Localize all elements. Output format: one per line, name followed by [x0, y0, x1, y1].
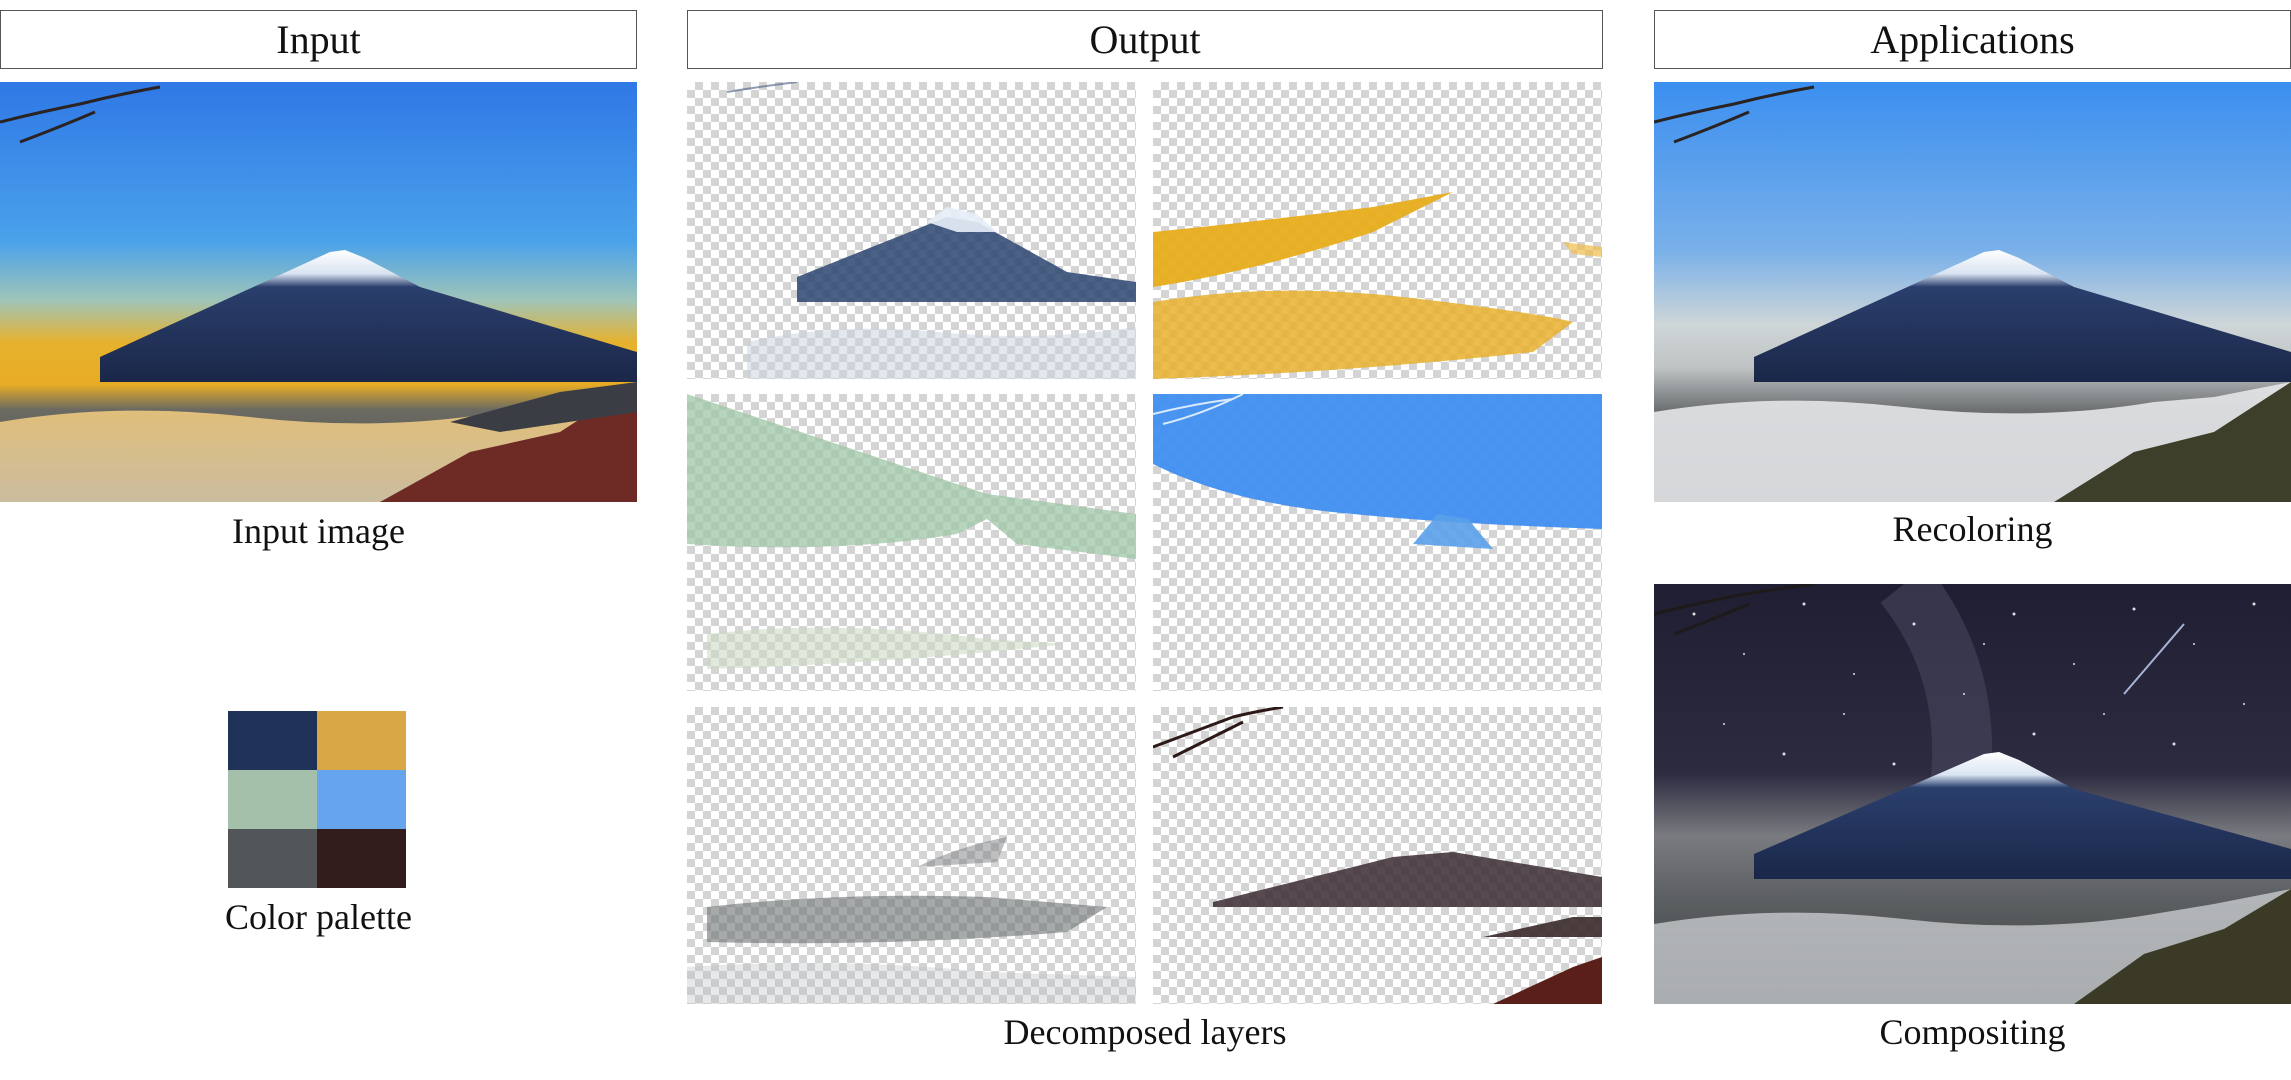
- layer-gray: [687, 707, 1136, 1004]
- palette-swatch: [228, 711, 317, 770]
- input-header-label: Input: [276, 17, 361, 62]
- output-header-label: Output: [1089, 17, 1201, 62]
- applications-header: Applications: [1654, 10, 2291, 69]
- input-header: Input: [0, 10, 637, 69]
- layer-pale-green: [687, 394, 1136, 691]
- compositing-caption: Compositing: [1879, 1012, 2066, 1052]
- layer-dark-brown: [1153, 707, 1602, 1004]
- output-header: Output: [687, 10, 1603, 69]
- layer-sky-blue: [1153, 394, 1602, 691]
- decomposed-layers-caption: Decomposed layers: [1003, 1012, 1287, 1052]
- color-palette: [228, 711, 406, 888]
- palette-swatch: [317, 711, 406, 770]
- layer-yellow: [1153, 82, 1602, 379]
- input-image: [0, 82, 637, 502]
- layer-dark-blue: [687, 82, 1136, 379]
- recoloring-caption: Recoloring: [1892, 509, 2053, 549]
- palette-swatch: [317, 829, 406, 888]
- palette-swatch: [317, 770, 406, 829]
- palette-swatch: [228, 770, 317, 829]
- applications-header-label: Applications: [1870, 17, 2075, 62]
- composited-image: [1654, 584, 2291, 1004]
- input-image-caption: Input image: [232, 511, 405, 551]
- recolored-image: [1654, 82, 2291, 502]
- color-palette-caption: Color palette: [225, 897, 412, 937]
- palette-swatch: [228, 829, 317, 888]
